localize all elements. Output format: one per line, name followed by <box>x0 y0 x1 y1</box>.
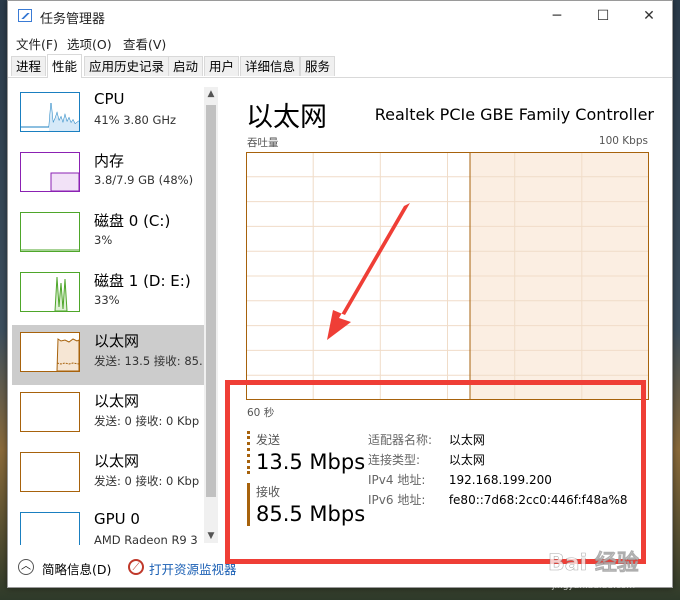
adapter-name: Realtek PCIe GBE Family Controller <box>374 105 654 124</box>
sidebar-scrollbar[interactable]: ▲ ▼ <box>204 87 218 543</box>
sidebar-item-detail: AMD Radeon R9 3 <box>94 533 198 545</box>
tab-services[interactable]: 服务 <box>300 56 336 76</box>
tab-performance[interactable]: 性能 <box>47 54 83 78</box>
sidebar-item-cpu[interactable]: CPU 41% 3.80 GHz <box>12 85 204 145</box>
resource-monitor-icon: ⟋ <box>128 559 144 575</box>
title-bar[interactable]: 任务管理器 ─ ☐ ✕ <box>8 1 672 31</box>
sidebar-item-ethernet-1[interactable]: 以太网 发送: 13.5 接收: 85. <box>12 325 204 385</box>
throughput-axis-max: 100 Kbps <box>598 135 648 147</box>
disk1-thumbnail-svg <box>54 276 68 312</box>
receive-label: 接收 <box>256 485 281 499</box>
info-row: 连接类型: 以太网 <box>368 451 628 471</box>
ethernet3-thumbnail-graph <box>20 452 80 492</box>
info-key: IPv4 地址: <box>368 473 426 487</box>
sidebar-item-disk-0[interactable]: 磁盘 0 (C:) 3% <box>12 205 204 265</box>
sidebar-item-ethernet-3[interactable]: 以太网 发送: 0 接收: 0 Kbp <box>12 445 204 505</box>
tab-startup[interactable]: 启动 <box>168 56 204 76</box>
menu-view[interactable]: 查看(V) <box>123 34 166 53</box>
sidebar-item-gpu[interactable]: GPU 0 AMD Radeon R9 3 <box>12 505 204 545</box>
ethernet1-thumbnail-svg <box>56 338 80 372</box>
ethernet2-thumbnail-graph <box>20 392 80 432</box>
info-value: 192.168.199.200 <box>448 473 552 487</box>
sidebar-item-name: 以太网 <box>94 332 140 350</box>
maximize-button[interactable]: ☐ <box>580 1 626 31</box>
sidebar-item-name: 磁盘 1 (D: E:) <box>94 272 191 290</box>
tab-processes[interactable]: 进程 <box>11 56 47 76</box>
tab-users[interactable]: 用户 <box>204 56 240 76</box>
info-value: fe80::7d68:2cc0:446f:f48a%8 <box>448 493 628 507</box>
gpu-thumbnail-graph <box>20 512 80 545</box>
sidebar-item-name: GPU 0 <box>94 510 140 528</box>
footer-bar: ︿ 简略信息(D) ⟋ 打开资源监视器 <box>8 553 672 583</box>
time-axis-label: 60 秒 <box>247 407 275 419</box>
sidebar-item-name: 内存 <box>94 152 125 170</box>
info-key: 连接类型: <box>368 453 421 467</box>
scroll-down-arrow-icon[interactable]: ▼ <box>204 531 218 541</box>
disk0-thumbnail-graph <box>20 212 80 252</box>
cpu-thumbnail-svg <box>21 102 80 131</box>
info-row: IPv4 地址: 192.168.199.200 <box>368 471 628 491</box>
sidebar-item-name: 以太网 <box>94 452 140 470</box>
sidebar-item-name: 以太网 <box>94 392 140 410</box>
throughput-axis-label: 吞吐量 <box>247 137 279 149</box>
info-value: 以太网 <box>448 453 485 467</box>
sidebar-item-detail: 41% 3.80 GHz <box>94 113 177 127</box>
brief-info-link[interactable]: 简略信息(D) <box>42 559 111 578</box>
menu-bar: 文件(F) 选项(O) 查看(V) <box>8 31 672 53</box>
tab-app-history[interactable]: 应用历史记录 <box>84 56 170 76</box>
send-label: 发送 <box>256 433 281 447</box>
info-value: 以太网 <box>448 433 485 447</box>
throughput-graph <box>246 152 649 400</box>
tab-bar: 进程 性能 应用历史记录 启动 用户 详细信息 服务 <box>8 53 672 78</box>
send-stat: 发送 13.5 Mbps <box>247 431 365 474</box>
performance-detail-panel: 以太网 Realtek PCIe GBE Family Controller 吞… <box>222 85 668 555</box>
menu-options[interactable]: 选项(O) <box>67 34 112 53</box>
sidebar-item-detail: 发送: 0 接收: 0 Kbp <box>94 474 200 488</box>
disk0-thumbnail-svg <box>21 249 79 251</box>
sidebar-item-memory[interactable]: 内存 3.8/7.9 GB (48%) <box>12 145 204 205</box>
throughput-graph-svg <box>246 152 649 400</box>
task-manager-icon <box>18 9 32 22</box>
memory-thumbnail-svg <box>50 172 80 192</box>
cpu-thumbnail-graph <box>20 92 80 132</box>
memory-thumbnail-graph <box>20 152 80 192</box>
sidebar-item-detail: 发送: 13.5 接收: 85. <box>94 354 203 368</box>
sidebar-item-detail: 33% <box>94 293 120 307</box>
window-title: 任务管理器 <box>40 12 106 27</box>
close-button[interactable]: ✕ <box>626 1 672 31</box>
sidebar-item-detail: 3.8/7.9 GB (48%) <box>94 173 194 187</box>
open-resource-monitor-link[interactable]: 打开资源监视器 <box>149 559 237 578</box>
sidebar-item-ethernet-2[interactable]: 以太网 发送: 0 接收: 0 Kbp <box>12 385 204 445</box>
scrollbar-thumb[interactable] <box>206 105 216 497</box>
info-key: IPv6 地址: <box>368 493 426 507</box>
disk1-thumbnail-graph <box>20 272 80 312</box>
minimize-button[interactable]: ─ <box>534 1 580 31</box>
task-manager-window: 任务管理器 ─ ☐ ✕ 文件(F) 选项(O) 查看(V) 进程 性能 应用历史… <box>7 0 673 588</box>
chevron-up-icon[interactable]: ︿ <box>18 559 34 575</box>
info-row: IPv6 地址: fe80::7d68:2cc0:446f:f48a%8 <box>368 491 628 511</box>
sidebar-item-detail: 3% <box>94 233 113 247</box>
page-title: 以太网 <box>246 102 327 133</box>
sidebar-item-detail: 发送: 0 接收: 0 Kbp <box>94 414 200 428</box>
sidebar-item-name: CPU <box>94 90 125 108</box>
scroll-up-arrow-icon[interactable]: ▲ <box>204 89 218 99</box>
ethernet1-thumbnail-graph <box>20 332 80 372</box>
sidebar-item-name: 磁盘 0 (C:) <box>94 212 171 230</box>
adapter-info: 适配器名称: 以太网 连接类型: 以太网 IPv4 地址: 192.168.19… <box>368 431 628 511</box>
receive-value: 85.5 Mbps <box>256 502 366 526</box>
send-value: 13.5 Mbps <box>256 450 366 474</box>
menu-file[interactable]: 文件(F) <box>16 34 58 53</box>
sidebar-item-disk-1[interactable]: 磁盘 1 (D: E:) 33% <box>12 265 204 325</box>
receive-stat: 接收 85.5 Mbps <box>247 483 365 526</box>
resource-sidebar: CPU 41% 3.80 GHz 内存 3.8/7.9 GB (48%) 磁盘 … <box>8 85 204 545</box>
info-row: 适配器名称: 以太网 <box>368 431 628 451</box>
tab-details[interactable]: 详细信息 <box>240 56 301 76</box>
info-key: 适配器名称: <box>368 433 433 447</box>
